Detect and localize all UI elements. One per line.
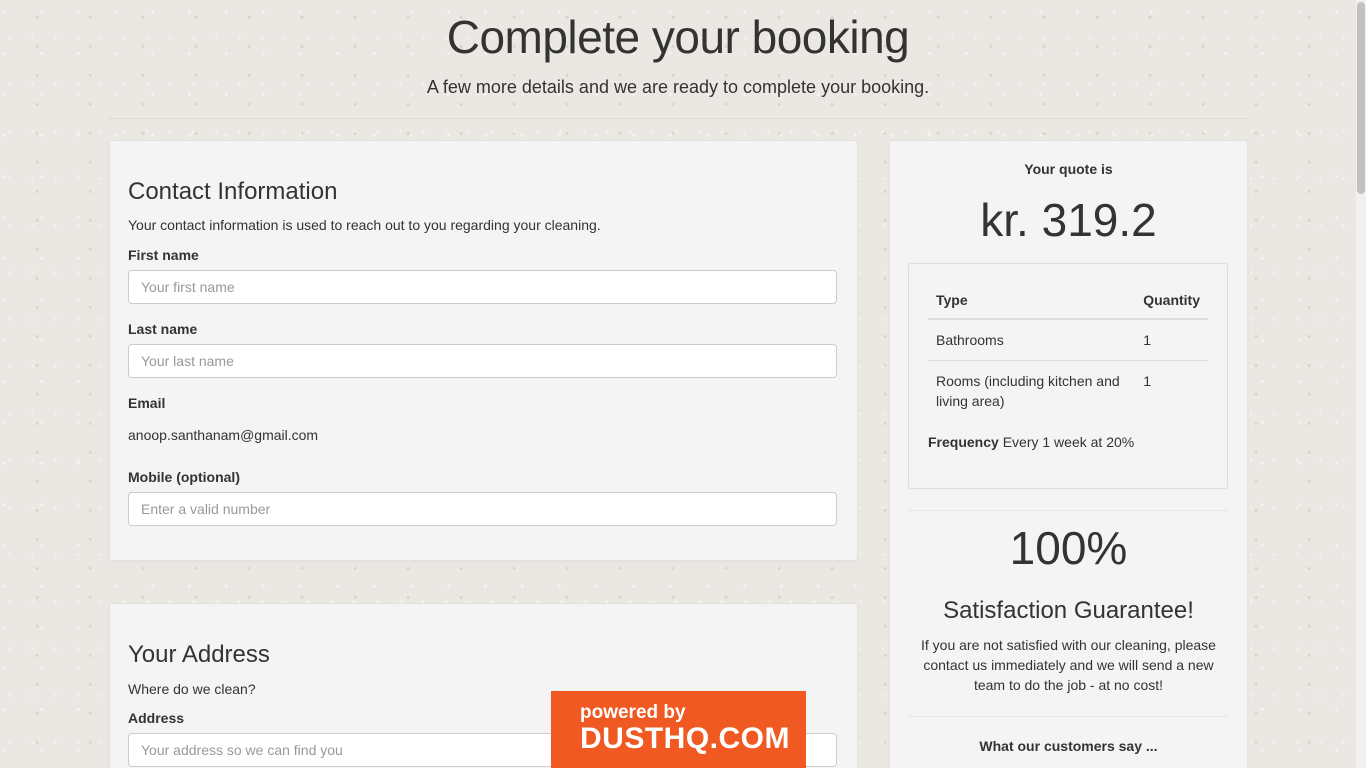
- email-label: Email: [128, 395, 166, 411]
- guarantee-text: If you are not satisfied with our cleani…: [921, 637, 1216, 693]
- quote-label: Your quote is: [1024, 161, 1113, 177]
- table-cell-type: Rooms (including kitchen and living area…: [928, 360, 1136, 421]
- quote-details-panel: Type Quantity Bathrooms 1 Rooms (includi…: [908, 263, 1228, 489]
- first-name-input[interactable]: [128, 270, 837, 304]
- last-name-input[interactable]: [128, 344, 837, 378]
- customers-title: What our customers say ...: [979, 738, 1158, 754]
- address-section-title: Your Address: [128, 641, 270, 668]
- powered-by-badge[interactable]: powered by DUSTHQ.COM: [551, 691, 806, 768]
- powered-by-text: powered by: [580, 702, 686, 723]
- dusthq-logo-text: DUSTHQ.COM: [580, 722, 790, 755]
- table-header-quantity: Quantity: [1135, 280, 1208, 320]
- quote-price: kr. 319.2: [980, 194, 1157, 246]
- mobile-label: Mobile (optional): [128, 469, 240, 485]
- last-name-label: Last name: [128, 321, 198, 337]
- table-cell-type: Bathrooms: [936, 332, 1004, 348]
- address-label: Address: [128, 710, 185, 726]
- page-title: Complete your booking: [446, 11, 910, 63]
- email-value: anoop.santhanam@gmail.com: [128, 427, 319, 443]
- contact-section-description: Your contact information is used to reac…: [128, 217, 601, 233]
- table-row: Bathrooms 1: [928, 319, 1208, 361]
- frequency-info: Frequency Every 1 week at 20%: [928, 434, 1134, 450]
- contact-information-card: Contact Information Your contact informa…: [109, 140, 858, 561]
- quote-card: Your quote is kr. 319.2 Type Quantity Ba…: [889, 140, 1248, 768]
- table-header-row: Type Quantity: [928, 280, 1208, 320]
- guarantee-divider: [908, 716, 1228, 717]
- address-section-description: Where do we clean?: [128, 681, 256, 697]
- quote-divider: [908, 510, 1228, 511]
- quote-items-table: Type Quantity Bathrooms 1 Rooms (includi…: [928, 280, 1208, 421]
- guarantee-percent: 100%: [1009, 522, 1128, 574]
- table-row: Rooms (including kitchen and living area…: [928, 360, 1208, 421]
- table-cell-quantity: 1: [1143, 332, 1152, 348]
- header-divider: [109, 118, 1247, 119]
- table-header-type: Type: [928, 280, 1136, 320]
- frequency-value: Every 1 week at 20%: [1002, 434, 1135, 450]
- scrollbar-thumb[interactable]: [1357, 2, 1365, 194]
- contact-section-title: Contact Information: [128, 178, 338, 205]
- table-cell-quantity: 1: [1135, 360, 1208, 421]
- page-scrollbar[interactable]: [1356, 0, 1366, 768]
- mobile-input[interactable]: [128, 492, 837, 526]
- page-subtitle: A few more details and we are ready to c…: [426, 77, 930, 97]
- frequency-label: Frequency: [928, 434, 999, 450]
- guarantee-title: Satisfaction Guarantee!: [943, 597, 1194, 624]
- first-name-label: First name: [128, 247, 199, 263]
